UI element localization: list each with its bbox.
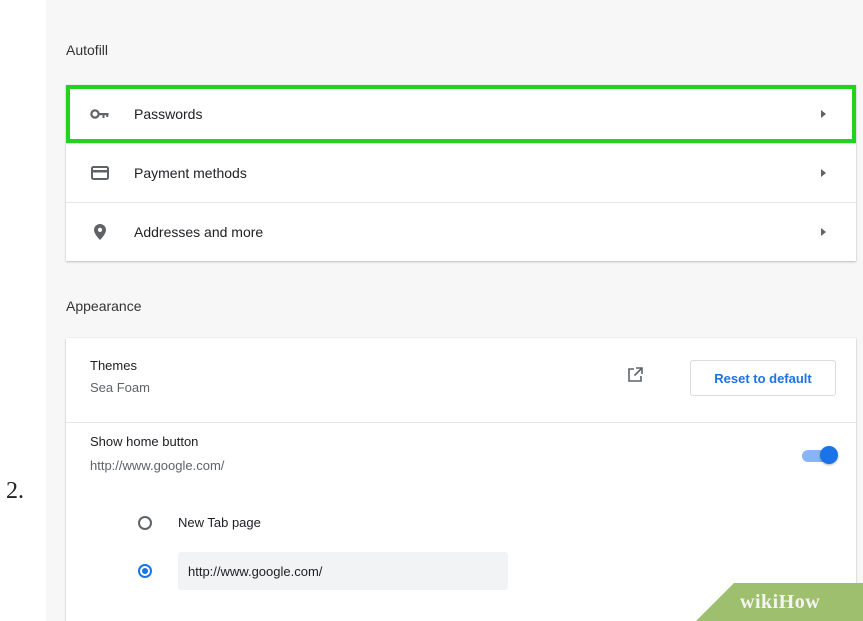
new-tab-label: New Tab page	[178, 515, 261, 530]
new-tab-radio[interactable]	[138, 516, 152, 530]
watermark-text: wikiHow	[740, 591, 821, 613]
autofill-section-title: Autofill	[66, 42, 109, 58]
home-button-toggle[interactable]	[802, 446, 838, 464]
autofill-card: Passwords Payment methods Addresses and …	[66, 85, 856, 261]
chevron-right-icon	[821, 169, 826, 177]
addresses-row[interactable]: Addresses and more	[66, 202, 856, 261]
open-external-icon[interactable]	[626, 366, 644, 384]
custom-url-radio[interactable]	[138, 564, 152, 578]
themes-value: Sea Foam	[90, 380, 150, 395]
watermark-corner	[696, 583, 734, 621]
themes-row[interactable]: Themes Sea Foam Reset to default	[66, 338, 856, 423]
addresses-label: Addresses and more	[134, 224, 264, 240]
passwords-row[interactable]: Passwords	[66, 85, 856, 143]
custom-url-input[interactable]	[178, 552, 508, 590]
appearance-section-title: Appearance	[66, 298, 142, 314]
appearance-card: Themes Sea Foam Reset to default Show ho…	[66, 338, 856, 621]
themes-label: Themes	[90, 358, 137, 373]
home-button-label: Show home button	[90, 434, 199, 449]
reset-to-default-button[interactable]: Reset to default	[690, 360, 836, 396]
toggle-knob	[820, 446, 838, 464]
location-pin-icon	[88, 224, 112, 240]
wikihow-watermark: wikiHow	[696, 583, 863, 621]
payment-methods-label: Payment methods	[134, 165, 247, 181]
chevron-right-icon	[821, 110, 826, 118]
home-button-url: http://www.google.com/	[90, 458, 225, 473]
passwords-label: Passwords	[134, 106, 203, 122]
key-icon	[88, 108, 112, 120]
credit-card-icon	[88, 166, 112, 180]
step-number: 2.	[6, 478, 24, 504]
payment-methods-row[interactable]: Payment methods	[66, 143, 856, 202]
chevron-right-icon	[821, 228, 826, 236]
settings-page: Autofill Passwords Payment methods Addre…	[46, 0, 863, 621]
